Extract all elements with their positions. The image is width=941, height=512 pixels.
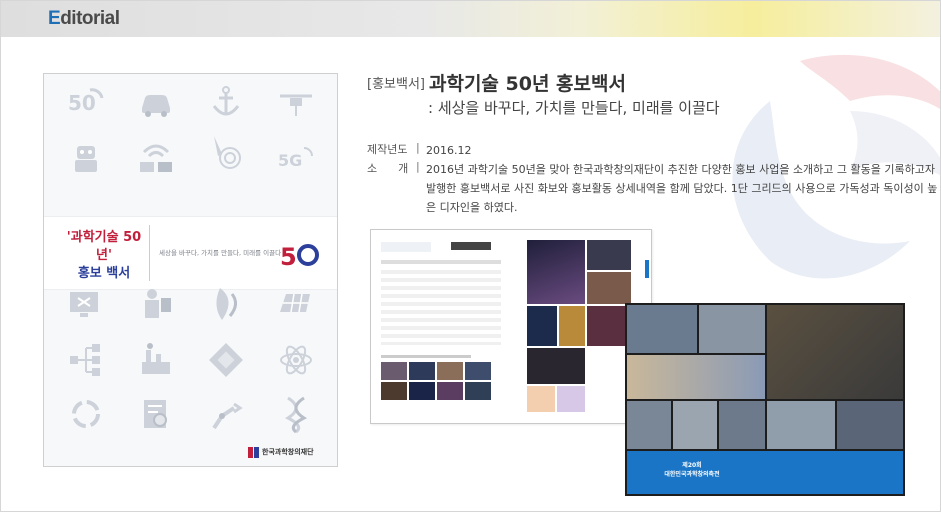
book-title-row: [홍보백서] 과학기술 50년 홍보백서: [367, 69, 626, 96]
report-icon: [144, 400, 167, 428]
robot-icon: [75, 146, 97, 172]
book-cover: 50 5G '과학기술 50년' 홍보 백서 세상을 바꾸다, 가치를 만들다,…: [43, 73, 338, 467]
robot-arm-icon: [212, 402, 243, 430]
5g-icon: 5G: [278, 147, 313, 170]
car-icon: [142, 95, 170, 117]
cover-subtitle: 세상을 바꾸다, 가치를 만들다, 미래를 이끌다: [159, 249, 282, 257]
spread-left-page: [371, 230, 511, 423]
circle-arrows-icon: [72, 400, 100, 428]
cover-divider: [149, 225, 150, 281]
network-icon: [70, 344, 100, 376]
foundation-logo: 한국과학창의재단: [248, 446, 332, 462]
section-title: Editorial: [48, 8, 120, 29]
svg-text:5: 5: [280, 243, 297, 271]
dna-icon: [284, 396, 308, 434]
anchor-icon: [212, 86, 240, 116]
book-subtitle: : 세상을 바꾸다, 가치를 만들다, 미래를 이끌다: [428, 99, 720, 117]
foundation-logo-icon: [248, 447, 259, 458]
touch-icon: [214, 136, 241, 169]
photo-title-band: 제20회 대한민국과학창의축전: [627, 451, 903, 494]
festival-photo-page: 제20회 대한민국과학창의축전: [625, 303, 905, 496]
atom-icon: [280, 345, 312, 375]
monitor-icon: [70, 292, 98, 317]
cover-title: '과학기술 50년' 홍보 백서: [66, 230, 142, 281]
cover-title-band: '과학기술 50년' 홍보 백서 세상을 바꾸다, 가치를 만들다, 미래를 이…: [44, 216, 337, 290]
chip-icon: [209, 343, 243, 377]
svg-text:50: 50: [68, 91, 96, 115]
book-title: 과학기술 50년 홍보백서: [428, 73, 626, 95]
wifi-hands-icon: [140, 144, 172, 172]
drone-icon: [280, 94, 312, 116]
book-spread-image: [370, 229, 652, 424]
50-icon: 50: [68, 88, 104, 115]
page-frame: Editorial 50 5G '과학기술 50년' 홍보 백서 세상을 바꾸다…: [0, 0, 941, 512]
solar-panel-icon: [280, 293, 310, 313]
category-label: [홍보백서]: [367, 77, 425, 92]
dna-flame-icon: [216, 288, 237, 320]
svg-text:5G: 5G: [278, 151, 302, 170]
festival-title: 제20회 대한민국과학창의축전: [664, 462, 720, 478]
50-logo-icon: 5: [280, 243, 319, 271]
factory-icon: [142, 343, 170, 374]
person-icon: [145, 289, 171, 318]
